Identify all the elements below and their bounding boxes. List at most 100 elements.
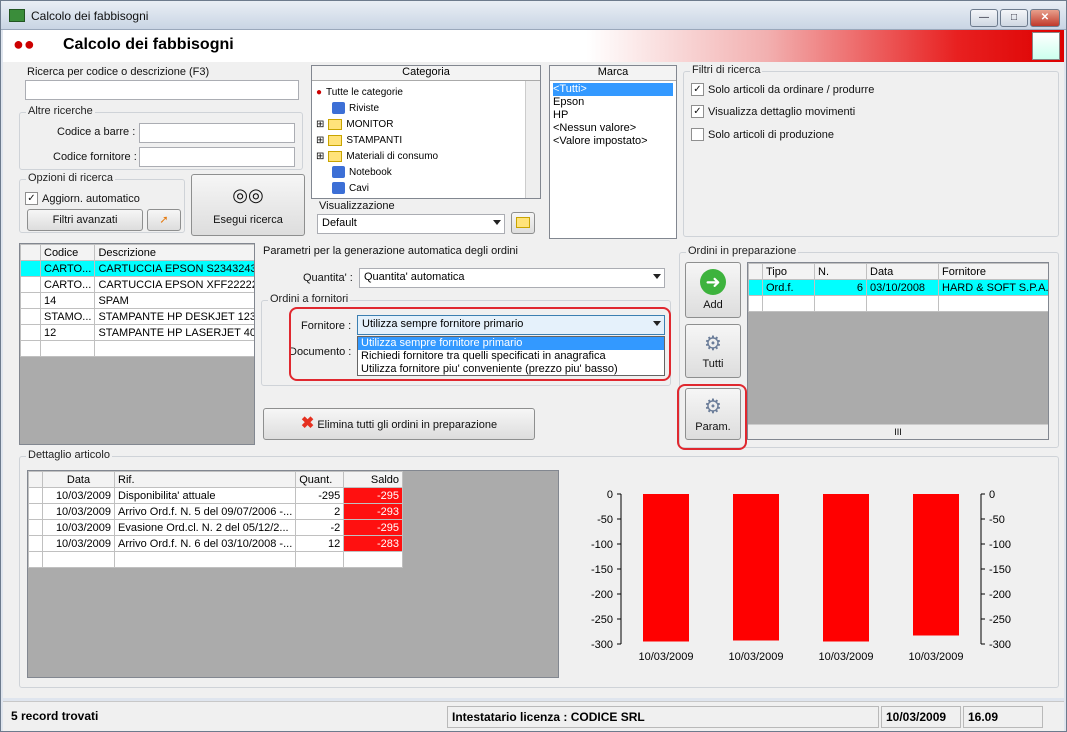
status-bar: 5 record trovati Intestatario licenza : …: [3, 701, 1064, 731]
tree-item-cavi[interactable]: Cavi: [316, 180, 522, 196]
cell: -2: [295, 519, 345, 536]
chevron-down-icon: [493, 220, 501, 225]
marca-item[interactable]: HP: [553, 109, 673, 122]
close-button[interactable]: ✕: [1030, 9, 1060, 27]
auto-update-checkbox[interactable]: ✓ Aggiorn. automatico: [25, 192, 140, 205]
filtri-avanzati-button[interactable]: Filtri avanzati: [27, 209, 143, 231]
categoria-scrollbar[interactable]: [525, 81, 540, 198]
table-row[interactable]: [748, 295, 1048, 312]
esegui-ricerca-button[interactable]: ◎◎ Esegui ricerca: [191, 174, 305, 236]
cell: -293: [343, 503, 403, 520]
table-row[interactable]: CARTO... CARTUCCIA EPSON S23432432: [20, 260, 254, 277]
marca-list[interactable]: <Tutti> Epson HP <Nessun valore> <Valore…: [550, 81, 676, 150]
check-icon: ✓: [691, 105, 704, 118]
col-rif[interactable]: Rif.: [113, 471, 297, 488]
cell: Arrivo Ord.f. N. 5 del 09/07/2006 -...: [113, 503, 297, 520]
ordini-hscrollbar[interactable]: III: [748, 424, 1048, 439]
tutti-button[interactable]: ⚙ Tutti: [685, 324, 741, 378]
tree-item-notebook[interactable]: Notebook: [316, 164, 522, 180]
opzioni-label: Opzioni di ricerca: [26, 172, 115, 184]
filtro-da-ordinare-checkbox[interactable]: ✓ Solo articoli da ordinare / produrre: [691, 83, 874, 96]
filtro-dettaglio-checkbox[interactable]: ✓ Visualizza dettaglio movimenti: [691, 105, 855, 118]
tree-item-monitor[interactable]: ⊞ MONITOR: [316, 116, 522, 132]
check-icon: ✓: [691, 83, 704, 96]
elimina-ordini-button[interactable]: ✖ Elimina tutti gli ordini in preparazio…: [263, 408, 535, 440]
cell: 12: [295, 535, 345, 552]
tree-item-stampanti[interactable]: ⊞ STAMPANTI: [316, 132, 522, 148]
y-tick-label: -200: [989, 589, 1011, 601]
cell: STAMPANTE HP LASERJET 400: [94, 324, 254, 341]
marca-item[interactable]: <Nessun valore>: [553, 122, 673, 135]
scroll-grip: III: [894, 427, 902, 437]
table-row[interactable]: 10/03/2009 Arrivo Ord.f. N. 6 del 03/10/2…: [28, 535, 403, 552]
arrow-button[interactable]: ➚: [147, 209, 181, 231]
header-banner: ●● Calcolo dei fabbisogni: [3, 30, 1064, 62]
quantita-value: Quantita' automatica: [364, 271, 465, 283]
ordini-table[interactable]: Tipo N. Data Fornitore Ord.f. 6 03/10/2008 HAR…: [747, 262, 1049, 440]
main-window: Calcolo dei fabbisogni — □ ✕ ●● Calcolo …: [0, 0, 1067, 732]
cell: STAMO...: [39, 308, 96, 325]
table-row[interactable]: 10/03/2009 Arrivo Ord.f. N. 5 del 09/07/2…: [28, 503, 403, 520]
maximize-button[interactable]: □: [1000, 9, 1028, 27]
table-row[interactable]: STAMO... STAMPANTE HP DESKJET 1234: [20, 308, 254, 325]
col-saldo[interactable]: Saldo: [343, 471, 403, 488]
marca-item[interactable]: <Tutti>: [553, 83, 673, 96]
tree-label: Cavi: [349, 182, 370, 194]
cell: 10/03/2009: [42, 535, 115, 552]
col-descrizione[interactable]: Descrizione: [94, 244, 254, 261]
table-row[interactable]: Ord.f. 6 03/10/2008 HARD & SOFT S.P.A.: [748, 279, 1048, 296]
add-button[interactable]: ➜ Add: [685, 262, 741, 318]
status-date: 10/03/2009: [881, 706, 961, 728]
table-row[interactable]: 10/03/2009 Disponibilita' attuale -295 -295: [28, 487, 403, 504]
table-row[interactable]: [28, 551, 403, 568]
marca-panel: Marca <Tutti> Epson HP <Nessun valore> <…: [549, 65, 677, 239]
ordini-fornitori-label: Ordini a fornitori: [268, 293, 351, 305]
pc-icon: [332, 102, 345, 114]
table-row[interactable]: 12 STAMPANTE HP LASERJET 400: [20, 324, 254, 341]
category-tree[interactable]: ● Tutte le categorie Riviste ⊞ MONITOR ⊞ ST…: [316, 84, 522, 196]
marca-item[interactable]: <Valore impostato>: [553, 135, 673, 148]
delete-x-icon: ✖: [300, 415, 315, 432]
articles-table[interactable]: Codice Descrizione CARTO... CARTUCCIA EPSO…: [19, 243, 255, 445]
cell: STAMPANTE HP DESKJET 1234: [94, 308, 254, 325]
quantita-select[interactable]: Quantita' automatica: [359, 268, 665, 288]
tree-item-riviste[interactable]: Riviste: [316, 100, 522, 116]
supplier-code-input[interactable]: [139, 147, 295, 167]
strawberry-icon: ●●: [13, 34, 35, 54]
tree-label: STAMPANTI: [346, 134, 403, 146]
table-row[interactable]: 10/03/2009 Evasione Ord.cl. N. 2 del 05/1…: [28, 519, 403, 536]
cell: Disponibilita' attuale: [113, 487, 297, 504]
col-tipo[interactable]: Tipo: [762, 263, 815, 280]
table-row[interactable]: 14 SPAM: [20, 292, 254, 309]
x-tick-label: 10/03/2009: [818, 651, 873, 663]
visualizzazione-select[interactable]: Default: [317, 214, 505, 234]
y-tick-label: -250: [591, 614, 613, 626]
highlight-param: [677, 384, 747, 450]
table-row[interactable]: [20, 340, 254, 357]
col-fornitore[interactable]: Fornitore: [938, 263, 1048, 280]
col-data[interactable]: Data: [42, 471, 115, 488]
y-tick-label: -300: [591, 639, 613, 651]
status-license: Intestatario licenza : CODICE SRL: [447, 706, 879, 728]
categoria-header: Categoria: [312, 66, 540, 81]
tree-item-all[interactable]: ● Tutte le categorie: [316, 84, 522, 100]
filtro-produzione-checkbox[interactable]: Solo articoli di produzione: [691, 128, 834, 141]
tree-item-materiali[interactable]: ⊞ Materiali di consumo: [316, 148, 522, 164]
search-label: Ricerca per codice o descrizione (F3): [27, 66, 210, 78]
col-data[interactable]: Data: [866, 263, 939, 280]
y-tick-label: -200: [591, 589, 613, 601]
saldo-chart: 0 0 -50 -50 -100 -100 -150 -150 -200 -200 -250 -250…: [591, 489, 1011, 663]
table-row[interactable]: CARTO... CARTUCCIA EPSON XFF22222: [20, 276, 254, 293]
dettaglio-table[interactable]: Data Rif. Quant. Saldo 10/03/2009 Disponibil…: [27, 470, 559, 678]
bar: [823, 494, 869, 642]
col-quant[interactable]: Quant.: [295, 471, 345, 488]
search-input[interactable]: [25, 80, 299, 100]
minimize-button[interactable]: —: [970, 9, 998, 27]
col-codice[interactable]: Codice: [39, 244, 96, 261]
barcode-input[interactable]: [139, 123, 295, 143]
folder-button[interactable]: [511, 212, 535, 234]
marca-item[interactable]: Epson: [553, 96, 673, 109]
cell: 14: [39, 292, 96, 309]
col-n[interactable]: N.: [814, 263, 867, 280]
cell: 10/03/2009: [42, 519, 115, 536]
